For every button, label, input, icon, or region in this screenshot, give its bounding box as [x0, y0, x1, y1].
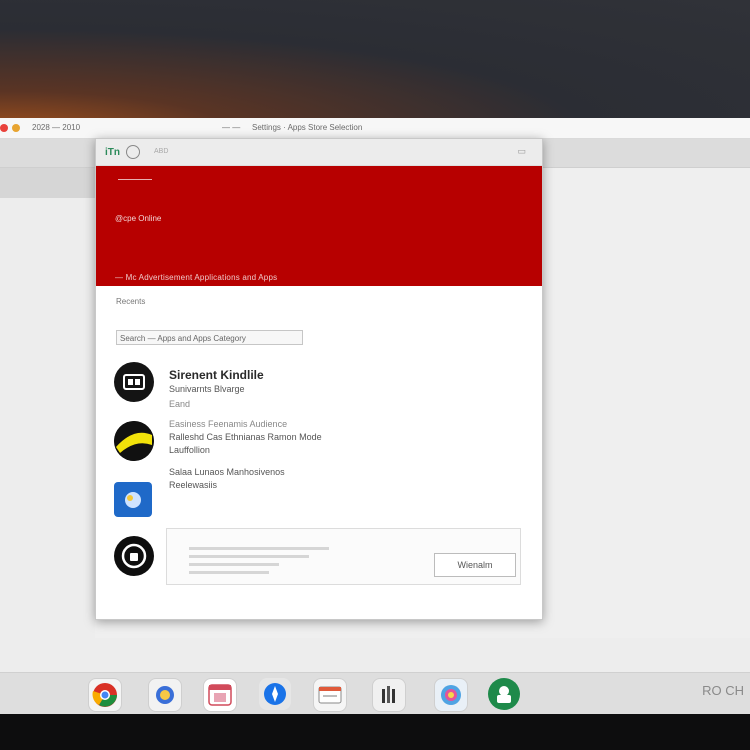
dock-label: RO CH	[702, 683, 744, 698]
calendar-icon[interactable]	[203, 678, 237, 712]
search-input[interactable]: Search — Apps and Apps Category	[116, 330, 303, 345]
sun-icon	[114, 421, 154, 461]
app-details-panel: Wienalm	[166, 528, 521, 585]
app-description: Ralleshd Cas Ethnianas Ramon Mode	[169, 432, 322, 442]
app-subtitle: Easiness Feenamis Audience	[169, 419, 288, 429]
dock: RO CH	[0, 672, 750, 715]
photos-icon	[114, 482, 152, 517]
app-detail: Lauffollion	[169, 445, 210, 455]
finder-icon[interactable]	[148, 678, 182, 712]
address-text[interactable]: 2028 — 2010	[32, 123, 80, 132]
lock-icon	[114, 536, 154, 576]
placeholder-line	[189, 555, 309, 558]
hero-divider	[118, 179, 152, 180]
dialog-tab-extra: ABD	[154, 148, 169, 155]
window-icon[interactable]: ▭	[517, 146, 526, 157]
android-icon[interactable]	[488, 678, 520, 710]
hero-caption: — Mc Advertisement Applications and Apps	[115, 273, 278, 282]
refresh-icon[interactable]	[126, 145, 140, 159]
bottom-bezel	[0, 714, 750, 750]
photos-icon[interactable]	[434, 678, 468, 712]
hero-banner: @cpe Online — Mc Advertisement Applicati…	[96, 166, 542, 286]
dialog-tab-label[interactable]: iTn	[105, 147, 120, 158]
short-text: — —	[222, 123, 241, 132]
placeholder-line	[189, 571, 269, 574]
app-title: Sirenent Kindlile	[169, 368, 264, 382]
app-subtitle: Sunivarnts Blvarge	[169, 384, 245, 394]
launchpad-icon[interactable]	[372, 678, 406, 712]
dialog-header: iTn ABD ▭	[96, 139, 542, 166]
section-label: Recents	[116, 297, 146, 306]
hero-subtitle: @cpe Online	[115, 214, 162, 223]
app-detail: Reelewasiis	[169, 480, 218, 490]
minimize-window-button[interactable]	[12, 124, 20, 132]
page-title: Settings · Apps Store Selection	[252, 123, 363, 132]
close-window-button[interactable]	[0, 124, 8, 132]
window-titlebar: 2028 — 2010 — — Settings · Apps Store Se…	[0, 118, 750, 139]
sidebar	[0, 168, 95, 198]
app-store-dialog: iTn ABD ▭ @cpe Online — Mc Advertisement…	[95, 138, 543, 620]
app-detail: Eand	[169, 399, 191, 409]
mail-icon[interactable]	[313, 678, 347, 712]
safari-icon[interactable]	[259, 678, 291, 710]
chrome-icon[interactable]	[88, 678, 122, 712]
camera-icon	[114, 362, 154, 402]
desktop-wallpaper	[0, 0, 750, 120]
placeholder-line	[189, 547, 329, 550]
placeholder-line	[189, 563, 279, 566]
app-subtitle: Salaa Lunaos Manhosivenos	[169, 467, 285, 477]
get-button[interactable]: Wienalm	[434, 553, 516, 577]
